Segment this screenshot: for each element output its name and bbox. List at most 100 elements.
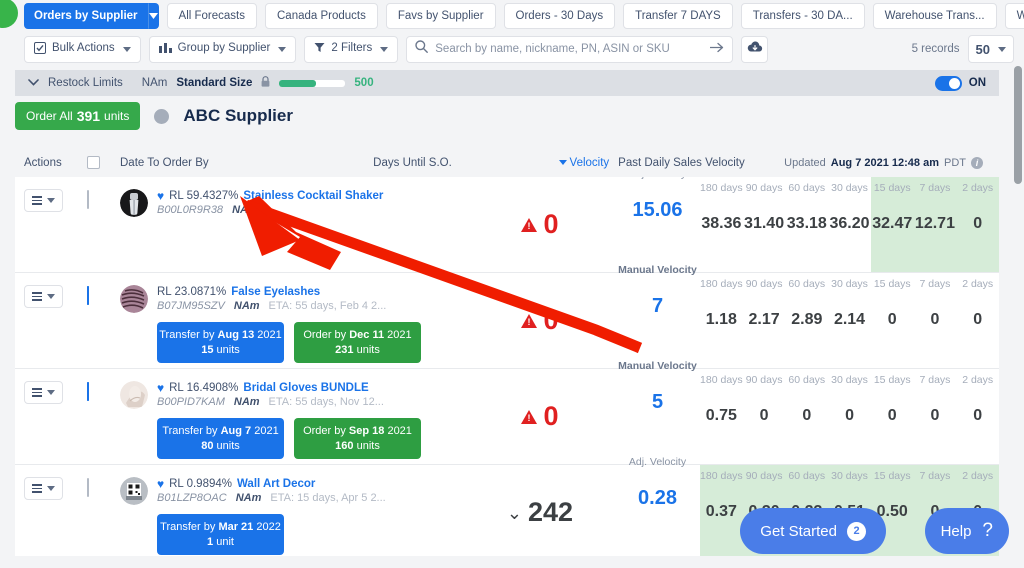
row-actions-menu-button[interactable]: [24, 189, 63, 212]
page-size-select[interactable]: 50: [968, 35, 1014, 63]
product-region: NAm: [232, 204, 258, 216]
tab-orders-by-supplier[interactable]: Orders by Supplier: [24, 3, 148, 29]
transfer-by-pill[interactable]: Transfer by Aug 13 202115 units: [157, 322, 284, 363]
select-all-checkbox-cell[interactable]: [87, 156, 120, 169]
order-all-button[interactable]: Order All 391 units: [15, 102, 140, 130]
row-checkbox-cell[interactable]: [87, 285, 120, 368]
row-checkbox-cell[interactable]: [87, 189, 120, 272]
updated-timestamp: Updated Aug 7 2021 12:48 am PDT i: [784, 157, 999, 169]
row-checkbox[interactable]: [87, 190, 89, 209]
order-by-pill[interactable]: Order by Sep 18 2021160 units: [294, 418, 421, 459]
product-name-link[interactable]: Bridal Gloves BUNDLE: [243, 382, 368, 394]
search-input[interactable]: [435, 43, 703, 55]
history-period-label: 60 days: [785, 182, 828, 194]
table-row[interactable]: RL 23.0871%False EyelashesB07JM95SZVNAmE…: [15, 273, 999, 369]
product-text: ♥RL 16.4908%Bridal Gloves BUNDLEB00PID7K…: [157, 381, 384, 408]
tab-dropdown-caret-icon[interactable]: [148, 3, 159, 29]
velocity-value: 5: [615, 391, 700, 414]
product-name-link[interactable]: False Eyelashes: [231, 286, 320, 298]
row-checkbox-cell[interactable]: [87, 477, 120, 556]
days-until-stockout-value: 0: [543, 307, 558, 334]
days-until-stockout-value: 0: [543, 403, 558, 430]
product-meta-line: B00PID7KAMNAmETA: 55 days, Nov 12...: [157, 396, 384, 408]
restock-amount: 500: [354, 77, 373, 89]
warning-triangle-icon: [521, 218, 537, 232]
product-name-link[interactable]: Wall Art Decor: [237, 478, 315, 490]
tab-warehouse-transfers[interactable]: Warehouse Trans...: [873, 3, 997, 29]
row-left-section: RL 23.0871%False EyelashesB07JM95SZVNAmE…: [15, 273, 465, 368]
chevron-down-icon[interactable]: [28, 77, 39, 89]
product-thumbnail[interactable]: [120, 477, 148, 505]
bulk-actions-button[interactable]: Bulk Actions: [24, 36, 141, 63]
tab-orders-30-days[interactable]: Orders - 30 Days: [504, 3, 616, 29]
product-summary: ♥RL 59.4327%Stainless Cocktail ShakerB00…: [120, 189, 465, 217]
product-name-link[interactable]: Stainless Cocktail Shaker: [243, 190, 383, 202]
scrollbar-thumb[interactable]: [1014, 66, 1022, 184]
row-actions-menu-button[interactable]: [24, 285, 63, 308]
transfer-by-pill[interactable]: Transfer by Mar 21 20221 unit: [157, 514, 284, 555]
history-value: 0: [956, 215, 999, 233]
row-left-section: ♥RL 0.9894%Wall Art DecorB01LZP8OACNAmET…: [15, 465, 465, 556]
history-value: 36.20: [828, 215, 871, 233]
filters-button[interactable]: 2 Filters: [304, 36, 398, 63]
days-until-stockout-value: 242: [528, 499, 573, 526]
restock-limits-bar[interactable]: Restock Limits NAm Standard Size 500 ON: [15, 70, 999, 96]
restock-toggle[interactable]: [935, 76, 962, 91]
search-box[interactable]: [406, 36, 733, 63]
tab-canada-products[interactable]: Canada Products: [265, 3, 378, 29]
favorite-heart-icon[interactable]: ♥: [157, 478, 164, 490]
product-cell: RL 23.0871%False EyelashesB07JM95SZVNAmE…: [120, 285, 465, 368]
product-asin: B00PID7KAM: [157, 396, 225, 408]
history-column: 7 days0: [914, 369, 957, 464]
favorite-heart-icon[interactable]: ♥: [157, 190, 164, 202]
row-checkbox-cell[interactable]: [87, 381, 120, 464]
search-submit-arrow-icon[interactable]: [710, 40, 724, 58]
column-header-velocity-label: Velocity: [570, 157, 610, 169]
lock-icon: [261, 76, 270, 90]
history-period-label: 180 days: [700, 182, 743, 194]
page-scrollbar[interactable]: [1014, 66, 1022, 562]
product-thumbnail[interactable]: [120, 381, 148, 409]
order-by-pill[interactable]: Order by Dec 11 2021231 units: [294, 322, 421, 363]
history-period-label: 7 days: [914, 182, 957, 194]
table-row[interactable]: ♥RL 59.4327%Stainless Cocktail ShakerB00…: [15, 177, 999, 273]
records-count: 5 records: [912, 43, 960, 55]
history-period-label: 180 days: [700, 470, 743, 482]
row-checkbox[interactable]: [87, 478, 89, 497]
download-cloud-button[interactable]: [741, 36, 768, 63]
tab-transfers-30-days[interactable]: Transfers - 30 DA...: [741, 3, 865, 29]
row-actions-menu-button[interactable]: [24, 477, 63, 500]
product-cell: ♥RL 0.9894%Wall Art DecorB01LZP8OACNAmET…: [120, 477, 465, 556]
supplier-name: ABC Supplier: [183, 106, 293, 126]
history-period-label: 180 days: [700, 374, 743, 386]
favorite-heart-icon[interactable]: ♥: [157, 382, 164, 394]
product-meta-line: B00L0R9R38NAm: [157, 204, 383, 216]
tab-weekly-orders[interactable]: Weekly Orders: [1005, 3, 1024, 29]
column-header-days-until-so[interactable]: Days Until S.O.: [373, 157, 521, 169]
history-value: 2.14: [828, 311, 871, 329]
product-thumbnail[interactable]: [120, 189, 148, 217]
get-started-button[interactable]: Get Started 2: [740, 508, 886, 554]
help-button[interactable]: Help ?: [925, 508, 1009, 554]
info-icon[interactable]: i: [971, 157, 983, 169]
history-period-label: 90 days: [743, 278, 786, 290]
history-value: 32.47: [871, 215, 914, 233]
group-by-supplier-button[interactable]: Group by Supplier: [149, 36, 297, 63]
product-thumbnail[interactable]: [120, 285, 148, 313]
column-header-velocity[interactable]: Velocity: [521, 157, 609, 169]
row-checkbox[interactable]: [87, 382, 89, 401]
column-header-date-to-order[interactable]: Date To Order By: [120, 157, 373, 169]
checkbox-icon: [34, 42, 46, 57]
tab-transfer-7-days[interactable]: Transfer 7 DAYS: [623, 3, 733, 29]
row-actions-menu-button[interactable]: [24, 381, 63, 404]
transfer-by-pill[interactable]: Transfer by Aug 7 202180 units: [157, 418, 284, 459]
date-pills: Transfer by Aug 7 202180 unitsOrder by S…: [157, 418, 465, 459]
row-checkbox[interactable]: [87, 286, 89, 305]
tab-all-forecasts[interactable]: All Forecasts: [167, 3, 257, 29]
history-column: 15 days0: [871, 369, 914, 464]
tab-favs-by-supplier[interactable]: Favs by Supplier: [386, 3, 496, 29]
table-row[interactable]: ♥RL 16.4908%Bridal Gloves BUNDLEB00PID7K…: [15, 369, 999, 465]
chevron-down-icon[interactable]: ⌄: [507, 504, 522, 522]
select-all-checkbox[interactable]: [87, 156, 100, 169]
restock-toggle-group[interactable]: ON: [935, 76, 986, 91]
